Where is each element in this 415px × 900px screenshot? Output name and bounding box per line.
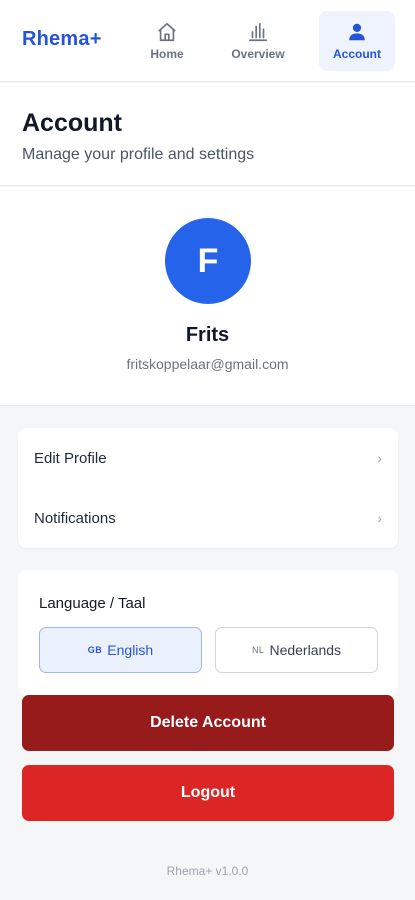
tab-account[interactable]: Account bbox=[319, 11, 395, 71]
edit-profile-label: Edit Profile bbox=[34, 449, 107, 467]
profile-name: Frits bbox=[185, 324, 230, 346]
notifications-item[interactable]: Notifications › bbox=[18, 488, 398, 548]
language-english-label: English bbox=[107, 642, 154, 658]
brand-logo[interactable]: Rhema+ bbox=[22, 28, 102, 51]
profile-email: fritskoppelaar@gmail.com bbox=[126, 356, 289, 372]
page-title: Account bbox=[22, 109, 122, 137]
language-title: Language / Taal bbox=[39, 595, 146, 612]
tab-overview[interactable]: Overview bbox=[222, 11, 294, 71]
edit-profile-item[interactable]: Edit Profile › bbox=[18, 428, 398, 488]
bar-chart-icon bbox=[247, 21, 269, 43]
chevron-right-icon: › bbox=[377, 450, 382, 466]
settings-menu-card: Edit Profile › Notifications › bbox=[18, 428, 398, 548]
page-header: Account Manage your profile and settings bbox=[0, 83, 415, 186]
notifications-label: Notifications bbox=[34, 509, 116, 527]
logout-button[interactable]: Logout bbox=[22, 765, 394, 821]
chevron-right-icon: › bbox=[377, 510, 382, 526]
language-english-button[interactable]: GB English bbox=[39, 627, 202, 673]
delete-account-button[interactable]: Delete Account bbox=[22, 695, 394, 751]
app-version: Rhema+ v1.0.0 bbox=[166, 864, 249, 878]
tab-overview-label: Overview bbox=[231, 47, 285, 61]
gb-flag-icon: GB bbox=[87, 645, 103, 655]
page-subtitle: Manage your profile and settings bbox=[22, 146, 255, 163]
profile-section: F Frits fritskoppelaar@gmail.com bbox=[0, 187, 415, 406]
avatar: F bbox=[165, 218, 251, 304]
language-dutch-label: Nederlands bbox=[269, 642, 342, 658]
nl-flag-icon: NL bbox=[251, 645, 265, 655]
user-icon bbox=[346, 21, 368, 43]
tab-home-label: Home bbox=[150, 47, 184, 61]
language-dutch-button[interactable]: NL Nederlands bbox=[215, 627, 378, 673]
home-icon bbox=[156, 21, 178, 43]
tab-home[interactable]: Home bbox=[138, 11, 196, 71]
tab-account-label: Account bbox=[333, 47, 381, 61]
top-nav-bar: Rhema+ Home Overview Account bbox=[0, 0, 415, 82]
language-card: Language / Taal GB English NL Nederlands bbox=[18, 570, 398, 695]
